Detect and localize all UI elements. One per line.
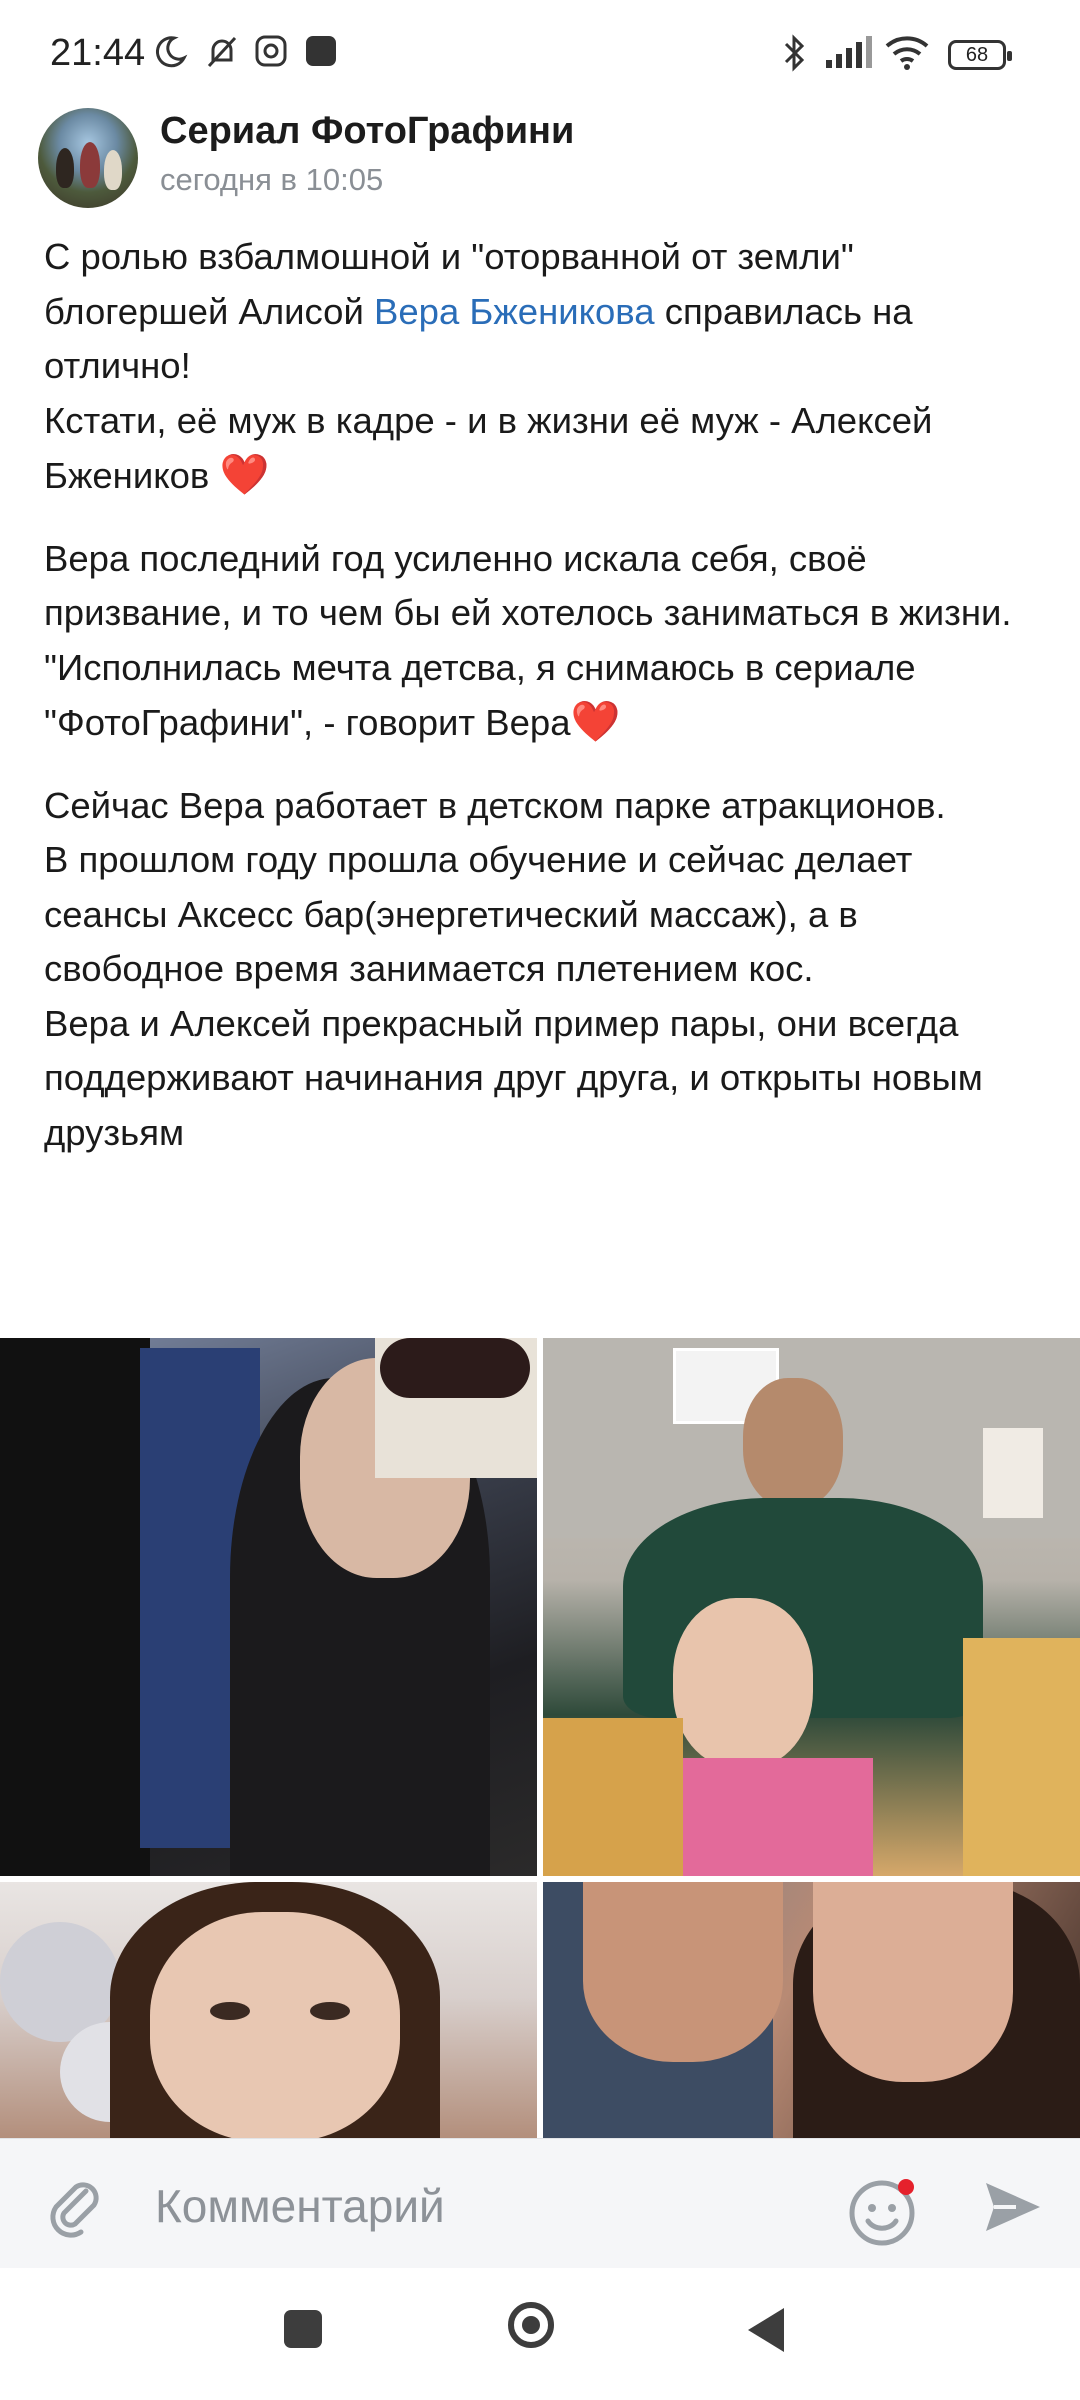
- text-segment: Вера последний год усиленно искала себя,…: [44, 537, 1012, 634]
- app-icon: [306, 36, 336, 66]
- text-segment: В прошлом году прошла обучение и сейчас …: [44, 839, 913, 989]
- photo-4[interactable]: [543, 1882, 1080, 2138]
- photo-1[interactable]: [0, 1338, 537, 1876]
- bell-off-icon: [207, 36, 237, 68]
- post-text: С ролью взбалмошной и "оторванной от зем…: [44, 230, 1044, 1160]
- post-time: сегодня в 10:05: [160, 162, 384, 197]
- text-segment: Вера и Алексей прекрасный пример пары, о…: [44, 1002, 983, 1153]
- send-icon[interactable]: [980, 2175, 1044, 2239]
- paperclip-icon[interactable]: [44, 2175, 108, 2239]
- paragraph-2-quote: "Исполнилась мечта детсва, я снимаюсь в …: [44, 641, 1044, 751]
- text-segment: Сейчас Вера работает в детском парке атр…: [44, 784, 946, 826]
- comment-input[interactable]: Комментарий: [155, 2179, 445, 2233]
- paragraph-3: Сейчас Вера работает в детском парке атр…: [44, 779, 1044, 834]
- moon-icon: [155, 36, 188, 68]
- battery-icon: 68: [948, 40, 1012, 70]
- text-segment: Кстати, её муж в кадре - и в жизни её му…: [44, 399, 933, 497]
- group-name[interactable]: Сериал ФотоГрафини: [160, 110, 574, 153]
- photo-3[interactable]: [0, 1882, 537, 2138]
- signal-icon: [826, 36, 872, 68]
- post-header: Сериал ФотоГрафини сегодня в 10:05: [0, 90, 1080, 220]
- text-segment: "Исполнилась мечта детсва, я снимаюсь в …: [44, 646, 916, 744]
- paragraph-3-line-3: Вера и Алексей прекрасный пример пары, о…: [44, 997, 1044, 1161]
- mention-link[interactable]: Вера Бженикова: [374, 291, 655, 332]
- emoji-icon[interactable]: [848, 2173, 922, 2247]
- paragraph-2: Вера последний год усиленно искала себя,…: [44, 532, 1044, 641]
- instagram-icon: [255, 35, 287, 67]
- back-button[interactable]: [748, 2308, 784, 2352]
- battery-level: 68: [965, 44, 989, 66]
- heart-emoji: ❤️: [219, 453, 270, 497]
- heart-emoji: ❤️: [570, 700, 621, 744]
- status-time: 21:44: [50, 32, 146, 74]
- recents-button[interactable]: [284, 2310, 322, 2348]
- paragraph-1: С ролью взбалмошной и "оторванной от зем…: [44, 230, 1044, 394]
- group-avatar[interactable]: [38, 108, 138, 208]
- home-button[interactable]: [508, 2302, 554, 2348]
- paragraph-1-line-2: Кстати, её муж в кадре - и в жизни её му…: [44, 394, 1044, 504]
- comment-bar: Комментарий: [0, 2138, 1080, 2269]
- status-bar: 21:44 68: [0, 0, 1080, 90]
- wifi-icon: [885, 36, 929, 70]
- system-nav-bar: [0, 2268, 1080, 2400]
- photo-grid: [0, 1338, 1080, 2138]
- photo-2[interactable]: [543, 1338, 1080, 1876]
- bluetooth-icon: [784, 34, 805, 72]
- paragraph-3-line-2: В прошлом году прошла обучение и сейчас …: [44, 833, 1044, 997]
